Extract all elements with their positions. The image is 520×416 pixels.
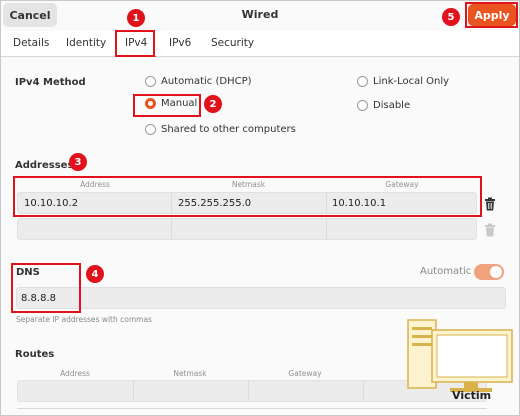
delete-empty-row-button (484, 222, 496, 241)
tab-security[interactable]: Security (211, 37, 254, 49)
highlight-address-row (13, 176, 482, 217)
dns-automatic-label: Automatic (420, 266, 472, 277)
ipv4-method-label: IPv4 Method (15, 77, 86, 88)
victim-label: Victim (452, 389, 492, 402)
highlight-manual-option (133, 94, 201, 117)
routes-header-netmask: Netmask (173, 369, 207, 378)
toggle-knob (490, 266, 502, 278)
new-address-input[interactable] (24, 218, 164, 240)
radio-icon (145, 76, 156, 87)
addresses-label: Addresses (15, 160, 74, 171)
computer-icon (407, 319, 513, 392)
cancel-button[interactable]: Cancel (3, 3, 57, 27)
method-disable-label: Disable (373, 100, 411, 111)
highlight-dns-field (11, 263, 81, 313)
tab-ipv6[interactable]: IPv6 (169, 37, 191, 49)
trash-icon (485, 197, 495, 211)
routes-header-address: Address (60, 369, 90, 378)
radio-icon (145, 124, 156, 135)
radio-icon (357, 100, 368, 111)
highlight-ipv4-tab (115, 30, 155, 57)
method-shared-label: Shared to other computers (161, 124, 296, 135)
method-link-local-label: Link-Local Only (373, 76, 450, 87)
window-title: Wired (241, 8, 279, 21)
method-automatic-dhcp-label: Automatic (DHCP) (161, 76, 252, 87)
method-disable[interactable]: Disable (357, 100, 410, 111)
method-automatic-dhcp[interactable]: Automatic (DHCP) (145, 76, 252, 87)
method-shared[interactable]: Shared to other computers (145, 124, 296, 135)
new-gateway-input[interactable] (332, 218, 472, 240)
column-divider (171, 218, 172, 240)
new-netmask-input[interactable] (178, 218, 318, 240)
method-link-local[interactable]: Link-Local Only (357, 76, 449, 87)
column-divider (363, 380, 364, 402)
tab-identity[interactable]: Identity (66, 37, 106, 49)
highlight-apply-button (465, 2, 518, 28)
step-badge-1: 1 (127, 9, 145, 27)
tab-details[interactable]: Details (13, 37, 49, 49)
radio-icon (357, 76, 368, 87)
delete-address-button[interactable] (484, 196, 496, 215)
column-divider (248, 380, 249, 402)
step-badge-2: 2 (204, 95, 222, 113)
victim-computer-illustration: Victim (406, 315, 516, 410)
dns-hint: Separate IP addresses with commas (16, 315, 152, 324)
routes-header-gateway: Gateway (288, 369, 322, 378)
trash-icon (485, 223, 495, 237)
routes-label: Routes (15, 349, 55, 360)
step-badge-4: 4 (86, 265, 104, 283)
step-badge-3: 3 (69, 153, 87, 171)
column-divider (133, 380, 134, 402)
column-divider (326, 218, 327, 240)
step-badge-5: 5 (442, 8, 460, 26)
